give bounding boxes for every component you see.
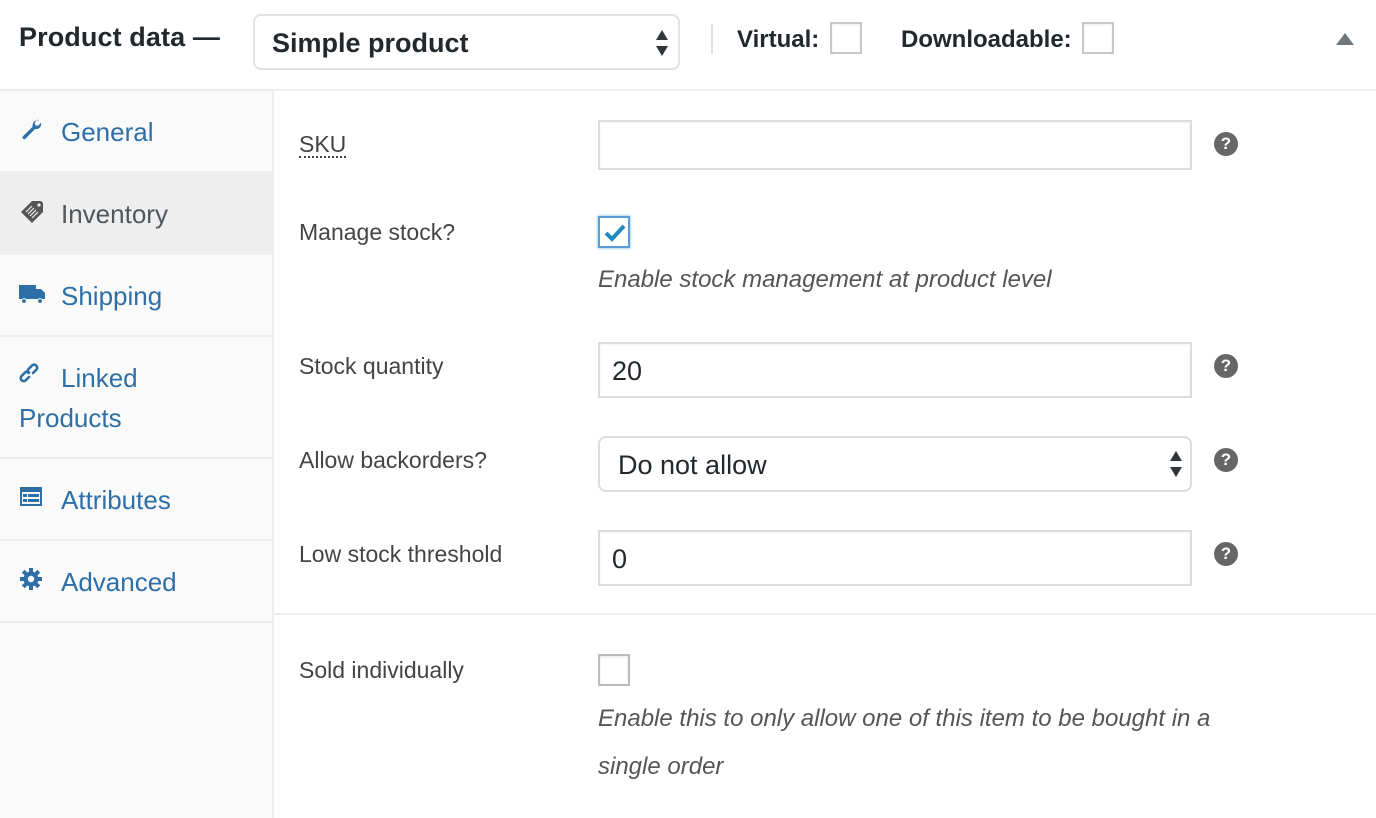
- panel-title: Product data —: [19, 22, 220, 52]
- backorders-value: Do not allow: [618, 450, 767, 480]
- tab-label: Inventory: [61, 199, 168, 229]
- stock-quantity-label: Stock quantity: [299, 353, 444, 379]
- virtual-label: Virtual:: [737, 26, 820, 53]
- help-icon[interactable]: ?: [1214, 542, 1238, 566]
- section-divider: [274, 613, 1376, 615]
- tab-label: Advanced: [61, 567, 177, 597]
- help-icon[interactable]: ?: [1214, 448, 1238, 472]
- stock-quantity-input[interactable]: 20: [598, 342, 1192, 398]
- sold-individually-description: Enable this to only allow one of this it…: [598, 705, 1211, 732]
- header-divider: [711, 24, 713, 54]
- sold-individually-checkbox[interactable]: [598, 654, 630, 686]
- virtual-checkbox[interactable]: [830, 22, 862, 54]
- wrench-icon: [19, 117, 45, 143]
- tab-label: General: [61, 117, 154, 147]
- list-icon: [19, 485, 45, 511]
- help-icon[interactable]: ?: [1214, 132, 1238, 156]
- low-stock-threshold-label: Low stock threshold: [299, 541, 503, 567]
- manage-stock-label: Manage stock?: [299, 219, 455, 245]
- manage-stock-checkbox[interactable]: [598, 216, 630, 248]
- select-arrows-icon: [1170, 451, 1182, 477]
- checkmark-icon: [604, 224, 626, 242]
- product-type-value: Simple product: [272, 28, 469, 58]
- tab-inventory[interactable]: Inventory: [0, 173, 272, 255]
- tab-label: Shipping: [61, 281, 163, 311]
- backorders-label: Allow backorders?: [299, 447, 487, 473]
- gear-icon: [19, 567, 45, 593]
- truck-icon: [19, 281, 45, 307]
- product-data-header: Product data — Simple product Virtual: D…: [0, 0, 1376, 91]
- sku-input[interactable]: [598, 120, 1192, 170]
- product-data-tabs: General Inventory Shipping Linked Produc…: [0, 91, 274, 818]
- tab-label: Attributes: [61, 485, 171, 515]
- help-icon[interactable]: ?: [1214, 354, 1238, 378]
- tab-shipping[interactable]: Shipping: [0, 255, 272, 337]
- triangle-up-icon[interactable]: [1336, 33, 1354, 45]
- tab-label: Linked Products: [19, 363, 138, 433]
- stock-quantity-value: 20: [612, 356, 643, 386]
- downloadable-checkbox[interactable]: [1082, 22, 1114, 54]
- manage-stock-description: Enable stock management at product level: [598, 266, 1052, 293]
- downloadable-label: Downloadable:: [901, 26, 1072, 53]
- select-arrows-icon: [656, 30, 668, 56]
- tab-linked-products[interactable]: Linked Products: [0, 337, 272, 459]
- tab-attributes[interactable]: Attributes: [0, 459, 272, 541]
- product-type-select[interactable]: Simple product: [253, 14, 680, 70]
- sku-label: SKU: [299, 131, 347, 158]
- sold-individually-label: Sold individually: [299, 657, 464, 683]
- tag-icon: [19, 199, 45, 225]
- low-stock-threshold-input[interactable]: 0: [598, 530, 1192, 586]
- tab-advanced[interactable]: Advanced: [0, 541, 272, 623]
- sold-individually-description-cont: single order: [598, 753, 724, 780]
- low-stock-threshold-value: 0: [612, 544, 628, 574]
- tab-general[interactable]: General: [0, 91, 272, 173]
- backorders-select[interactable]: Do not allow: [598, 436, 1192, 492]
- inventory-panel: SKU ? Manage stock? Enable stock managem…: [274, 91, 1376, 818]
